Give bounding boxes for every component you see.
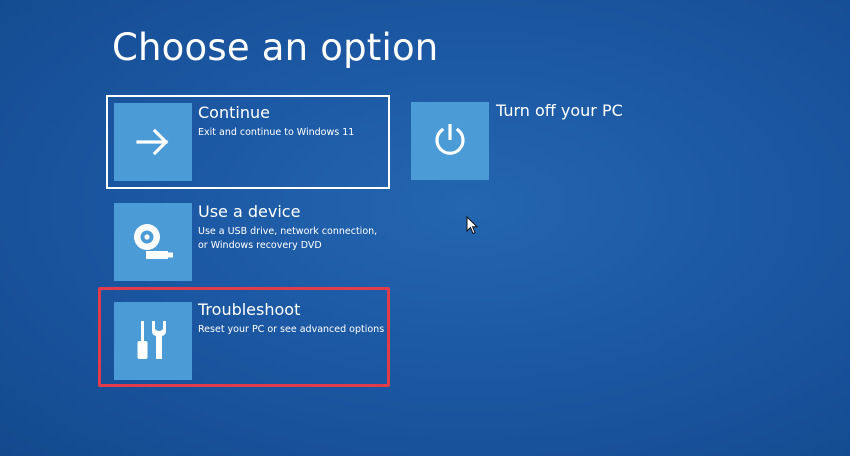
use-device-description-line-1: Use a USB drive, network connection,: [198, 226, 378, 237]
mouse-cursor-icon: [466, 216, 478, 235]
turn-off-title: Turn off your PC: [496, 101, 623, 120]
use-device-option[interactable]: Use a device Use a USB drive, network co…: [106, 196, 390, 290]
troubleshoot-option[interactable]: Troubleshoot Reset your PC or see advanc…: [106, 294, 390, 388]
troubleshoot-title: Troubleshoot: [198, 300, 301, 319]
turn-off-tile: [411, 102, 489, 180]
arrow-right-icon: [136, 128, 169, 156]
tools-icon: [137, 321, 166, 359]
continue-tile: [114, 103, 192, 181]
continue-option[interactable]: Continue Exit and continue to Windows 11: [106, 95, 390, 189]
troubleshoot-tile: [114, 302, 192, 380]
continue-title: Continue: [198, 103, 270, 122]
troubleshoot-description: Reset your PC or see advanced options: [198, 324, 385, 335]
turn-off-option[interactable]: Turn off your PC: [405, 95, 635, 189]
continue-description: Exit and continue to Windows 11: [198, 127, 355, 138]
usb-disc-icon: [134, 224, 173, 259]
use-device-description-line-2: or Windows recovery DVD: [198, 240, 322, 251]
page-title: Choose an option: [112, 26, 439, 69]
use-device-tile: [114, 203, 192, 281]
use-device-title: Use a device: [198, 202, 301, 221]
power-icon: [435, 124, 465, 155]
